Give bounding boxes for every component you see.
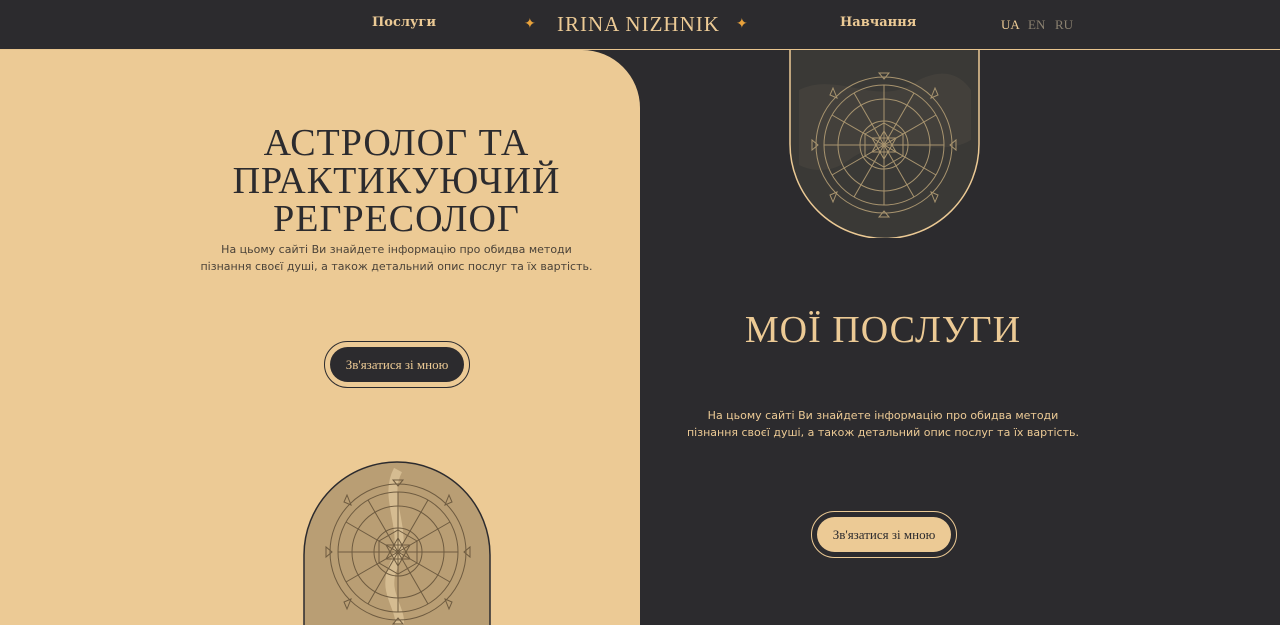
zodiac-arch-image	[303, 461, 491, 625]
hero-title-line: АСТРОЛОГ ТА	[263, 122, 530, 164]
star-icon: ✦	[524, 16, 536, 32]
lang-ua[interactable]: UA	[1001, 17, 1020, 33]
services-title: МОЇ ПОСЛУГИ	[744, 309, 1022, 351]
services-contact-button-frame: Зв'язатися зі мною	[811, 511, 957, 558]
nav-link-training[interactable]: Навчання	[840, 15, 916, 30]
hero-description-line: На цьому сайті Ви знайдете інформацію пр…	[221, 243, 572, 256]
hero-contact-button-frame: Зв'язатися зі мною	[324, 341, 470, 388]
lang-en[interactable]: EN	[1028, 17, 1045, 33]
services-description-line: пізнання своєї душі, а також детальний о…	[686, 426, 1079, 439]
hero-description: На цьому сайті Ви знайдете інформацію пр…	[0, 241, 640, 275]
services-description-line: На цьому сайті Ви знайдете інформацію пр…	[707, 409, 1059, 422]
services-description: На цьому сайті Ви знайдете інформацію пр…	[640, 407, 1126, 441]
zodiac-arch-image-dark	[789, 50, 980, 238]
star-icon: ✦	[736, 16, 748, 32]
hero-panel: АСТРОЛОГ ТА ПРАКТИКУЮЧИЙ РЕГРЕСОЛОГ На ц…	[0, 50, 640, 625]
brand-logo[interactable]: IRINA NIZHNIK	[557, 12, 720, 37]
top-nav: Послуги ✦ IRINA NIZHNIK ✦ Навчання UA EN…	[0, 0, 1280, 50]
hero-title-line: РЕГРЕСОЛОГ	[273, 198, 520, 240]
nav-link-services[interactable]: Послуги	[372, 15, 436, 30]
hero-title-line: ПРАКТИКУЮЧИЙ	[232, 160, 561, 202]
hero-contact-button[interactable]: Зв'язатися зі мною	[330, 347, 464, 382]
lang-ru[interactable]: RU	[1055, 17, 1073, 33]
hero-title: АСТРОЛОГ ТА ПРАКТИКУЮЧИЙ РЕГРЕСОЛОГ	[0, 124, 640, 238]
services-contact-button[interactable]: Зв'язатися зі мною	[817, 517, 951, 552]
hero-description-line: пізнання своєї душі, а також детальний о…	[200, 260, 593, 273]
